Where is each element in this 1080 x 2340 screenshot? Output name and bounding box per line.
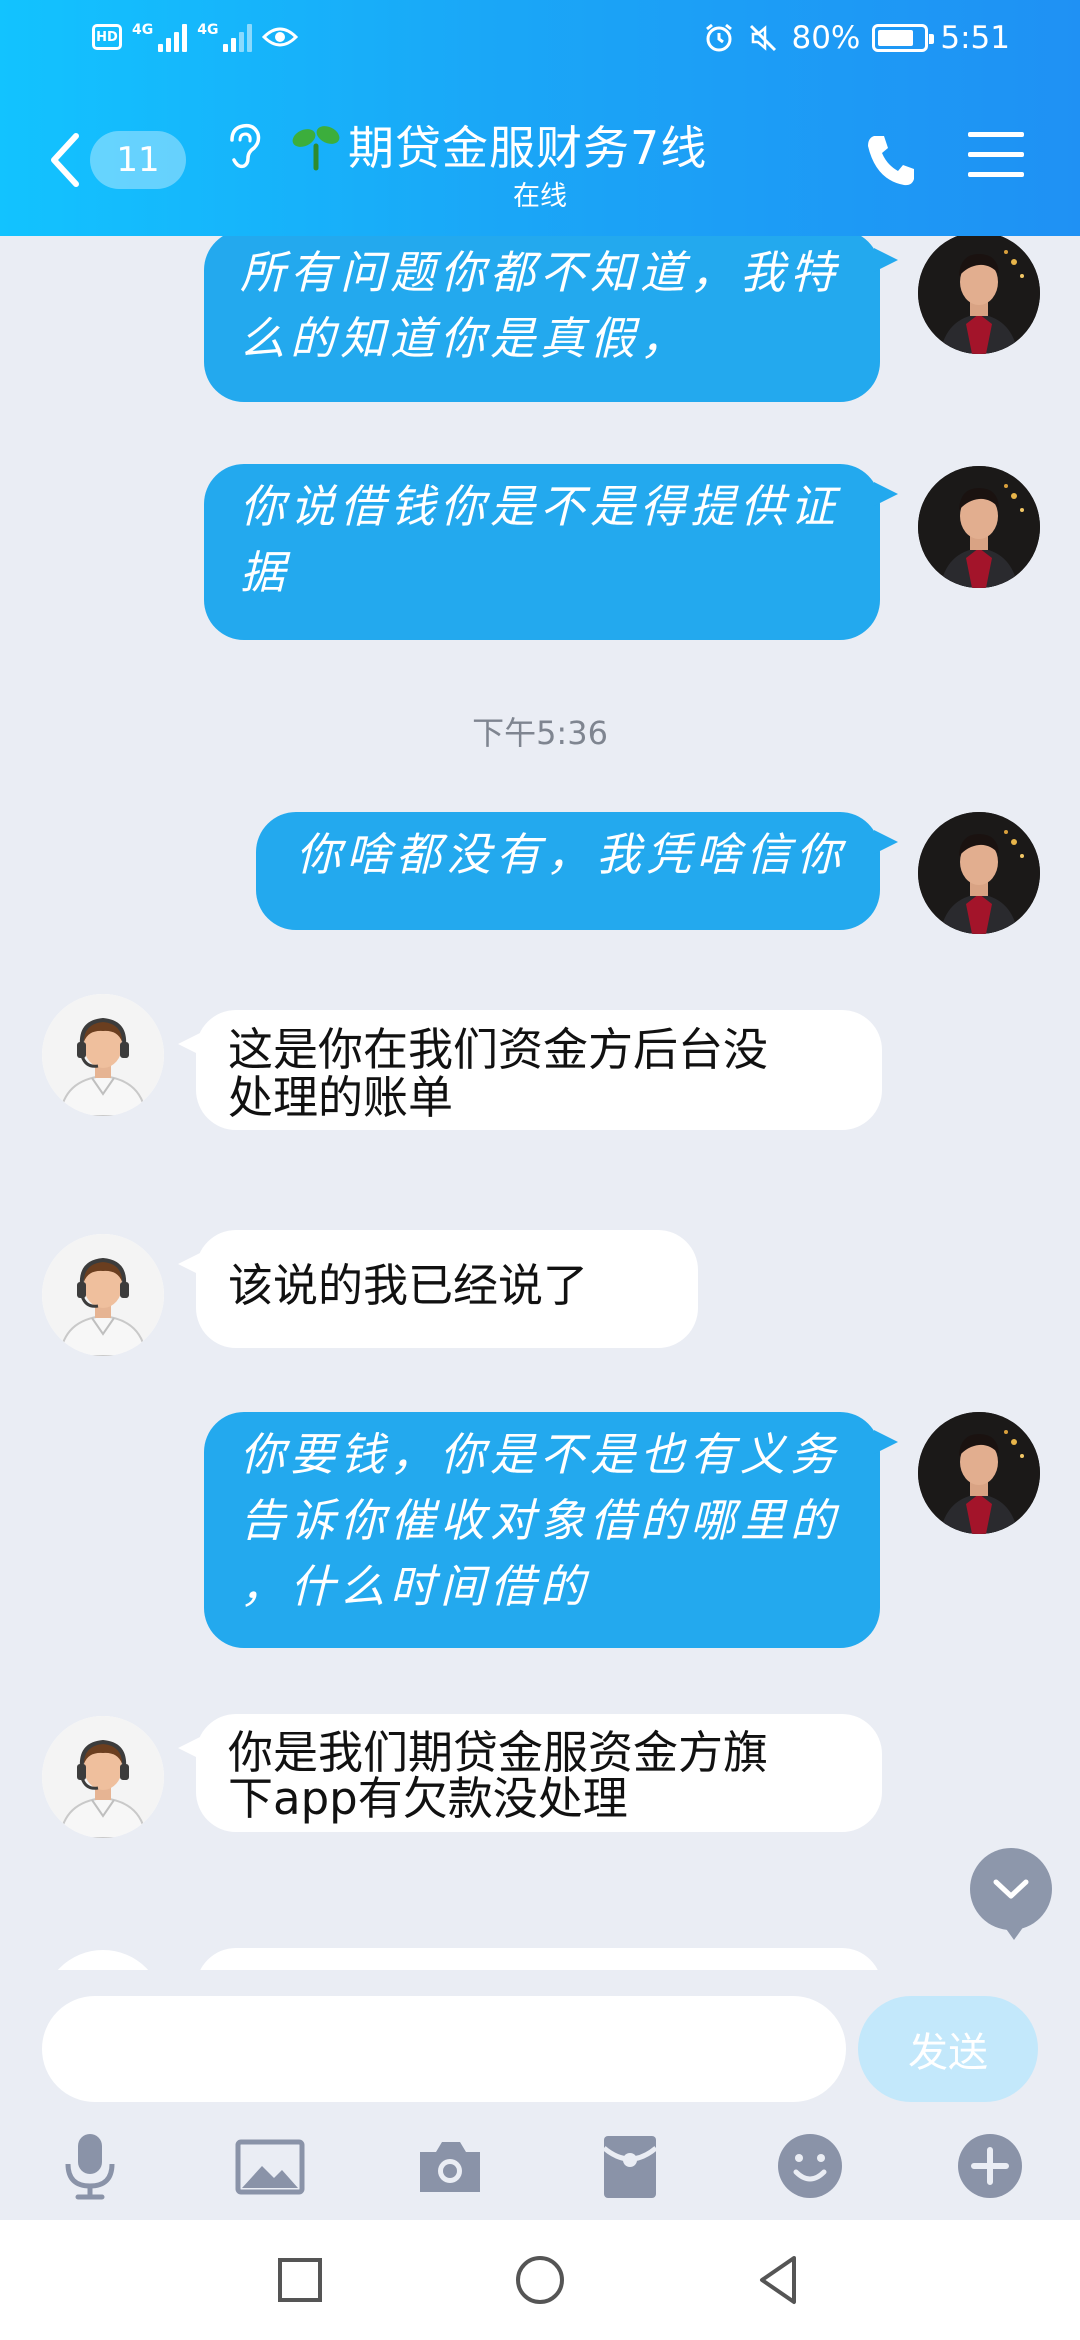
composer: 发送 — [0, 1970, 1080, 2220]
chat-title-group: 期贷金服财务7线 — [290, 112, 707, 178]
outgoing-message[interactable]: 所有问题你都不知道，我特 么的知道你是真假， — [204, 236, 898, 402]
red-packet-icon[interactable] — [594, 2130, 666, 2202]
signal-icon-2: 4G — [197, 22, 253, 52]
input-toolbar — [0, 2120, 1080, 2220]
agent-avatar[interactable] — [42, 1950, 164, 1970]
message-line: 所有问题你都不知道，我特 — [240, 246, 841, 299]
hd-badge: HD — [92, 24, 122, 50]
plus-icon[interactable] — [954, 2130, 1026, 2202]
emoji-icon[interactable] — [774, 2130, 846, 2202]
mute-icon — [750, 24, 777, 52]
outgoing-message[interactable]: 你要钱，你是不是也有义务 告诉你催收对象借的哪里的 ，什么时间借的 — [204, 1412, 898, 1648]
outgoing-message[interactable]: 你啥都没有，我凭啥信你 — [256, 812, 898, 930]
message-line: 该说的我已经说了 — [228, 1259, 589, 1312]
message-line: ，什么时间借的 — [240, 1560, 591, 1613]
customer-service-avatar — [42, 994, 164, 1116]
battery-fill — [878, 30, 914, 46]
sprout-icon — [292, 126, 340, 171]
user-avatar-image — [918, 1412, 1040, 1534]
message-line: 你说借钱你是不是得提供证 — [240, 480, 841, 533]
incoming-message[interactable]: 该说的我已经说了 — [178, 1230, 698, 1348]
customer-service-avatar — [42, 1716, 164, 1838]
incoming-message[interactable] — [196, 1948, 882, 1970]
my-avatar[interactable] — [918, 466, 1040, 588]
battery-icon — [872, 24, 935, 52]
recent-apps-button[interactable] — [270, 2250, 330, 2310]
eye-icon — [262, 27, 299, 47]
message-line: 么的知道你是真假， — [240, 312, 691, 365]
chat-header: HD 4G 4G 80% 5:51 11 期贷金服财务7线 在线 — [0, 0, 1080, 236]
menu-button[interactable] — [968, 132, 1024, 182]
signal-label-2: 4G — [197, 22, 219, 38]
message-line: 据 — [240, 546, 291, 599]
message-input[interactable] — [42, 1996, 846, 2102]
outgoing-message[interactable]: 你说借钱你是不是得提供证 据 — [204, 464, 898, 640]
message-line: 你是我们期贷金服资金方旗 — [228, 1726, 769, 1779]
scroll-to-bottom-button[interactable] — [970, 1848, 1052, 1940]
microphone-icon[interactable] — [54, 2130, 126, 2202]
user-avatar-image — [918, 812, 1040, 934]
agent-avatar[interactable] — [42, 994, 164, 1116]
chevron-down-icon — [993, 1879, 1029, 1899]
status-bar-left: HD 4G 4G — [92, 22, 299, 52]
agent-avatar[interactable] — [42, 1234, 164, 1356]
signal-label: 4G — [132, 22, 154, 38]
system-nav-bar — [0, 2220, 1080, 2340]
status-bar: HD 4G 4G 80% 5:51 — [0, 0, 1080, 86]
my-avatar[interactable] — [918, 1412, 1040, 1534]
battery-percent: 80% — [791, 20, 861, 56]
incoming-message[interactable]: 这是你在我们资金方后台没 处理的账单 — [178, 1010, 882, 1130]
message-list[interactable]: 所有问题你都不知道，我特 么的知道你是真假， 你说借钱你是不是得提供证 据 下午… — [0, 236, 1080, 1970]
send-button[interactable]: 发送 — [858, 1996, 1038, 2102]
chat-title: 期贷金服财务7线 — [348, 121, 708, 175]
message-line: 你啥都没有，我凭啥信你 — [296, 828, 847, 881]
message-line: 下app有欠款没处理 — [228, 1772, 628, 1825]
ear-icon[interactable] — [222, 122, 266, 172]
message-line: 这是你在我们资金方后台没 — [228, 1023, 769, 1076]
my-avatar[interactable] — [918, 812, 1040, 934]
back-nav-button[interactable] — [750, 2250, 810, 2310]
message-line: 你要钱，你是不是也有义务 — [240, 1428, 841, 1481]
message-line: 处理的账单 — [228, 1071, 454, 1124]
message-line: 告诉你催收对象借的哪里的 — [240, 1494, 841, 1547]
user-avatar-image — [918, 466, 1040, 588]
online-status: 在线 — [513, 181, 567, 212]
customer-service-avatar — [42, 1234, 164, 1356]
image-icon[interactable] — [234, 2130, 306, 2202]
agent-avatar[interactable] — [42, 1716, 164, 1838]
alarm-icon — [706, 23, 733, 52]
camera-icon[interactable] — [414, 2130, 486, 2202]
status-bar-right: 80% 5:51 — [703, 20, 1010, 56]
signal-icon: 4G — [132, 22, 188, 52]
home-button[interactable] — [510, 2250, 570, 2310]
incoming-message[interactable]: 你是我们期贷金服资金方旗 下app有欠款没处理 — [178, 1714, 882, 1832]
status-time: 5:51 — [940, 20, 1010, 56]
user-avatar-image — [918, 236, 1040, 354]
phone-call-button[interactable] — [862, 130, 918, 190]
time-separator: 下午5:36 — [472, 714, 608, 752]
my-avatar[interactable] — [918, 236, 1040, 354]
